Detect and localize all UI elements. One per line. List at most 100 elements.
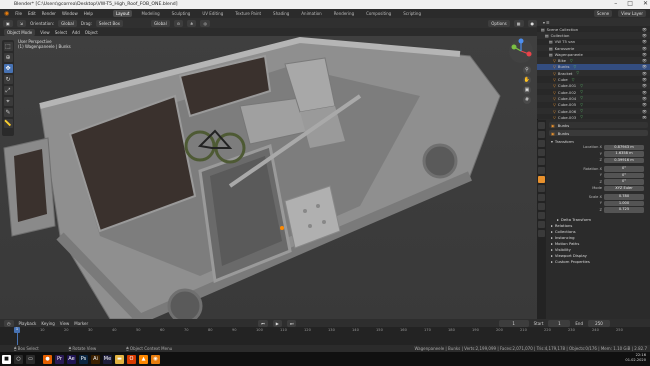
cursor-icon[interactable]: ⊕	[3, 53, 13, 62]
menu-help[interactable]: Help	[84, 11, 93, 16]
explorer-icon[interactable]: ▬	[115, 354, 124, 364]
rotation-z-field[interactable]: 0°	[604, 179, 644, 185]
camera-icon[interactable]: ▣	[523, 86, 531, 94]
visibility-eye-icon[interactable]: 👁	[642, 77, 647, 82]
menu-object[interactable]: Object	[85, 30, 98, 35]
particles-tab-icon[interactable]	[538, 194, 545, 201]
tool-tab-icon[interactable]	[538, 122, 545, 129]
workspace-tab-compositing[interactable]: Compositing	[363, 10, 394, 17]
blender-logo-icon[interactable]: ◉	[4, 10, 9, 17]
workspace-tab-animation[interactable]: Animation	[298, 10, 324, 17]
search-icon[interactable]: ○	[14, 354, 23, 364]
xray-icon[interactable]: ▦	[513, 19, 524, 27]
view-layer-selector[interactable]: View Layer	[618, 10, 646, 17]
rotation-y-field[interactable]: 0°	[604, 172, 644, 178]
visibility-eye-icon[interactable]: 👁	[642, 102, 647, 107]
transform-icon[interactable]: ⌖	[3, 97, 13, 106]
menu-file[interactable]: File	[15, 11, 22, 16]
end-frame-field[interactable]: 250	[588, 319, 610, 327]
visibility-eye-icon[interactable]: 👁	[642, 52, 647, 57]
workspace-tab-uv-editing[interactable]: UV Editing	[199, 10, 226, 17]
material-tab-icon[interactable]	[538, 230, 545, 237]
play-icon[interactable]: ▶	[272, 319, 282, 327]
photoshop-icon[interactable]: Ps	[79, 354, 88, 364]
options-dropdown[interactable]: Options	[488, 19, 510, 27]
orientation-dropdown[interactable]: Global	[58, 19, 77, 27]
location-y-field[interactable]: 1.6358 m	[604, 151, 644, 157]
premiere-icon[interactable]: Pr	[55, 354, 64, 364]
menu-select[interactable]: Select	[55, 30, 67, 35]
snap-icon[interactable]: ⋔	[187, 19, 197, 27]
transform-orientation-dropdown[interactable]: Global	[150, 19, 170, 27]
grid-icon[interactable]: #	[523, 96, 531, 104]
workspace-tab-texture-paint[interactable]: Texture Paint	[232, 10, 264, 17]
scale-z-field[interactable]: 0.725	[604, 207, 644, 213]
outliner-row[interactable]: ▽ Cube.003 ▽ 👁	[537, 114, 650, 119]
office-icon[interactable]: O	[127, 354, 136, 364]
menu-view[interactable]: View	[40, 30, 50, 35]
drag-dropdown[interactable]: Select Box	[95, 19, 123, 27]
shading-solid-icon[interactable]: ●	[527, 19, 537, 27]
physics-tab-icon[interactable]	[538, 203, 545, 210]
visibility-eye-icon[interactable]: 👁	[642, 39, 647, 44]
pan-hand-icon[interactable]: ✋	[523, 76, 531, 84]
workspace-tab-layout[interactable]: Layout	[112, 10, 133, 17]
menu-render[interactable]: Render	[42, 11, 56, 16]
object-name-field[interactable]: ▣ Bunks	[549, 122, 648, 128]
modifier-tab-icon[interactable]	[538, 185, 545, 192]
annotate-icon[interactable]: ✎	[3, 108, 13, 117]
scene-tab-icon[interactable]	[538, 158, 545, 165]
rotation-x-field[interactable]: 0°	[604, 166, 644, 172]
workspace-tab-shading[interactable]: Shading	[270, 10, 292, 17]
visibility-eye-icon[interactable]: 👁	[642, 109, 647, 114]
visibility-eye-icon[interactable]: 👁	[642, 64, 647, 69]
object-tab-icon[interactable]	[538, 176, 545, 183]
timeline-menu-playback[interactable]: Playback	[19, 321, 37, 326]
visibility-eye-icon[interactable]: 👁	[642, 90, 647, 95]
workspace-tab-scripting[interactable]: Scripting	[400, 10, 424, 17]
jump-end-icon[interactable]: ⏭	[286, 319, 297, 327]
menu-edit[interactable]: Edit	[28, 11, 36, 16]
move-icon[interactable]: ✥	[3, 64, 13, 73]
rotate-icon[interactable]: ↻	[3, 75, 13, 84]
menu-add[interactable]: Add	[72, 30, 80, 35]
rotation-mode-dropdown[interactable]: XYZ Euler	[604, 185, 644, 191]
world-tab-icon[interactable]	[538, 167, 545, 174]
view-layer-tab-icon[interactable]	[538, 149, 545, 156]
visibility-eye-icon[interactable]: 👁	[642, 27, 647, 32]
visibility-eye-icon[interactable]: 👁	[642, 46, 647, 51]
visibility-eye-icon[interactable]: 👁	[642, 83, 647, 88]
firefox-icon[interactable]: ●	[43, 354, 52, 364]
vlc-icon[interactable]: ▲	[139, 354, 148, 364]
visibility-eye-icon[interactable]: 👁	[642, 115, 647, 119]
current-frame-field[interactable]: 1	[498, 319, 529, 327]
navigation-gizmo[interactable]	[508, 38, 534, 64]
location-x-field[interactable]: 0.87943 m	[604, 144, 644, 150]
timeline-area[interactable]: 0102030405060708090100110120130140150160…	[0, 327, 650, 345]
render-tab-icon[interactable]	[538, 131, 545, 138]
timeline-menu-marker[interactable]: Marker	[74, 321, 88, 326]
visibility-eye-icon[interactable]: 👁	[642, 71, 647, 76]
workspace-tab-sculpting[interactable]: Sculpting	[169, 10, 194, 17]
location-z-field[interactable]: 0.39916 m	[604, 157, 644, 163]
tool-select-icon[interactable]: ⇲	[16, 19, 27, 27]
measure-icon[interactable]: 📏	[3, 119, 13, 128]
after-effects-icon[interactable]: Ae	[67, 354, 76, 364]
pivot-icon[interactable]: ⊙	[173, 19, 184, 27]
workspace-tab-modeling[interactable]: Modeling	[138, 10, 162, 17]
timeline-menu-keying[interactable]: Keying	[41, 321, 54, 326]
timeline-editor-icon[interactable]: ◷	[4, 319, 14, 327]
mode-dropdown[interactable]: Object Mode	[4, 28, 36, 36]
media-encoder-icon[interactable]: Me	[103, 354, 112, 364]
maximize-icon[interactable]: □	[627, 0, 633, 7]
menu-window[interactable]: Window	[62, 11, 78, 16]
minimize-icon[interactable]: –	[614, 0, 617, 7]
blender-icon[interactable]: ◉	[151, 354, 160, 364]
clock-date[interactable]: 01.02.2020	[625, 358, 646, 363]
timeline-menu-view[interactable]: View	[60, 321, 70, 326]
workspace-tab-rendering[interactable]: Rendering	[331, 10, 357, 17]
visibility-eye-icon[interactable]: 👁	[642, 58, 647, 63]
constraints-tab-icon[interactable]	[538, 212, 545, 219]
scale-x-field[interactable]: 0.780	[604, 194, 644, 200]
outliner-filter-icon[interactable]: ▾ ☰	[543, 20, 550, 25]
